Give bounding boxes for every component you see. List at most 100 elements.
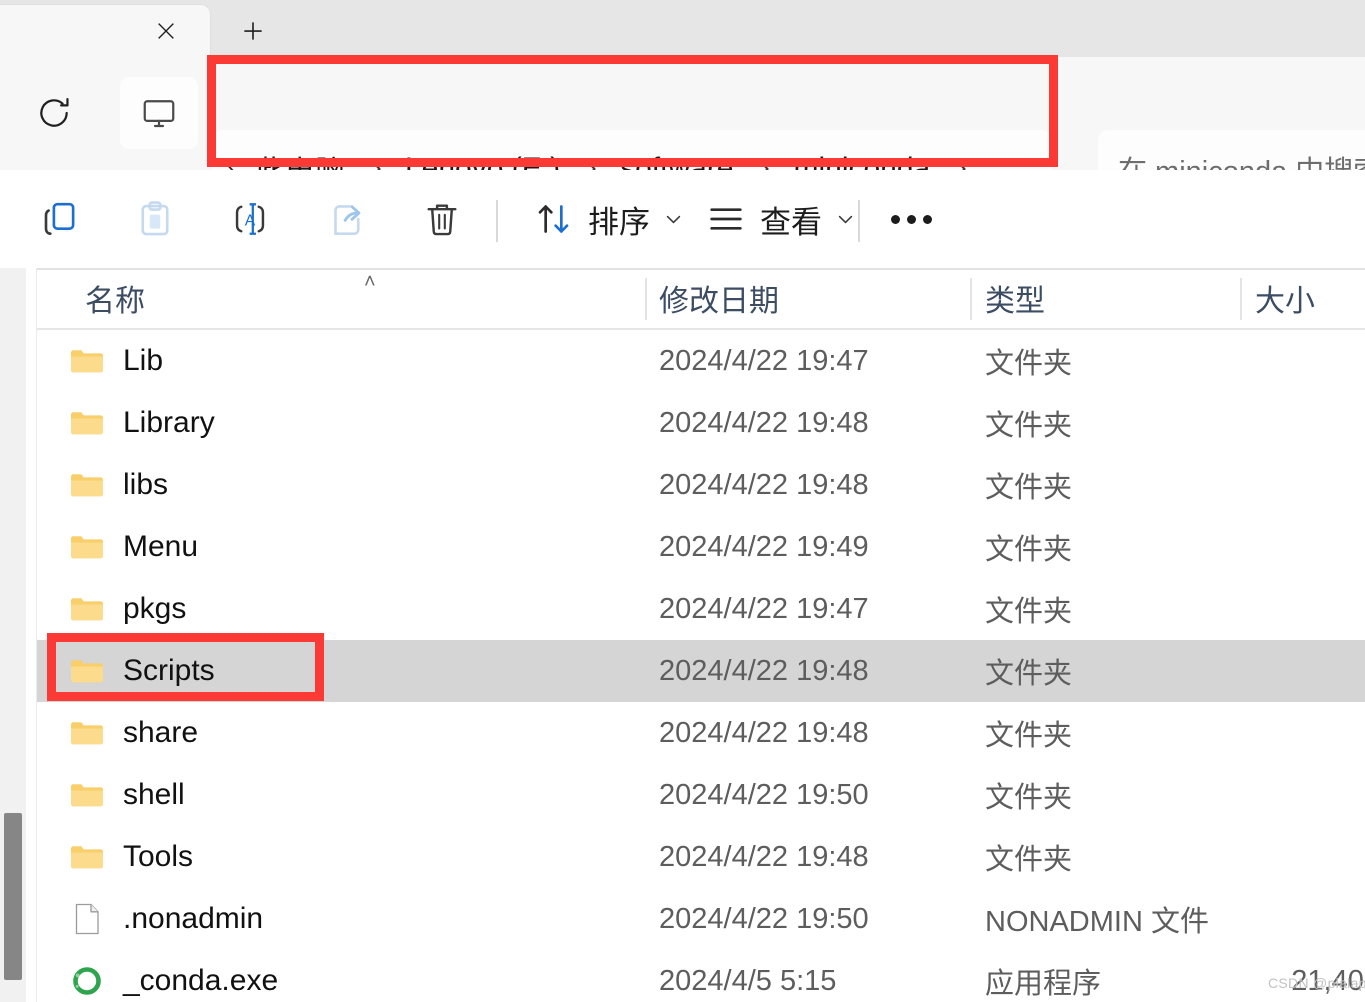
- refresh-icon: [40, 97, 69, 127]
- this-pc-button[interactable]: [120, 77, 198, 149]
- file-name-cell[interactable]: libs: [69, 454, 168, 516]
- sort-icon: [538, 205, 569, 233]
- paste-button[interactable]: [117, 182, 193, 256]
- file-type-cell: 文件夹: [985, 844, 1073, 876]
- file-date-cell: 2024/4/22 19:48: [659, 716, 869, 749]
- folder-icon: [71, 350, 103, 373]
- copy-button[interactable]: [22, 182, 98, 256]
- folder-icon: [71, 474, 103, 497]
- close-icon: [158, 23, 174, 39]
- file-name-label: share: [123, 716, 199, 749]
- tab-strip: [0, 0, 1365, 57]
- file-row[interactable]: Library 2024/4/22 19:48 文件夹: [37, 392, 1365, 454]
- chevron-down-icon: [838, 215, 853, 223]
- generic-file-icon: [75, 903, 99, 935]
- file-name-cell[interactable]: .nonadmin: [69, 888, 263, 950]
- nav-pane-scrollbar-track[interactable]: [0, 268, 26, 1002]
- file-name-cell[interactable]: Tools: [69, 826, 193, 888]
- file-row[interactable]: Scripts 2024/4/22 19:48 文件夹: [37, 640, 1365, 702]
- file-type-cell: 文件夹: [985, 782, 1073, 814]
- folder-icon: [71, 598, 103, 621]
- file-size-cell: [1240, 640, 1365, 702]
- file-type-cell: 文件夹: [985, 658, 1073, 690]
- rename-icon: A: [235, 203, 265, 235]
- file-name-label: Library: [123, 406, 215, 439]
- column-divider[interactable]: [645, 278, 647, 320]
- toolbar-divider: [858, 200, 860, 242]
- file-name-cell[interactable]: shell: [69, 764, 185, 826]
- folder-icon: [71, 536, 103, 559]
- more-options-button[interactable]: [872, 182, 950, 256]
- share-button[interactable]: [308, 182, 384, 256]
- file-name-label: pkgs: [123, 592, 187, 625]
- file-date-cell: 2024/4/22 19:48: [659, 840, 869, 873]
- file-name-cell[interactable]: Menu: [69, 516, 198, 578]
- folder-icon: [71, 722, 103, 745]
- file-name-cell[interactable]: Library: [69, 392, 215, 454]
- file-type-cell: NONADMIN 文件: [985, 906, 1209, 938]
- file-date-cell: 2024/4/22 19:49: [659, 530, 869, 563]
- conda-app-icon: [73, 967, 101, 995]
- new-tab-button[interactable]: [228, 12, 278, 50]
- file-type-cell: 文件夹: [985, 472, 1073, 504]
- sort-button[interactable]: 排序: [520, 182, 697, 256]
- svg-text:A: A: [245, 212, 256, 229]
- sort-ascending-caret: ˄: [364, 271, 376, 293]
- plus-icon: [244, 22, 262, 40]
- file-type-cell: 文件夹: [985, 720, 1073, 752]
- delete-button[interactable]: [404, 182, 480, 256]
- file-row[interactable]: Tools 2024/4/22 19:48 文件夹: [37, 826, 1365, 888]
- file-row[interactable]: libs 2024/4/22 19:48 文件夹: [37, 454, 1365, 516]
- folder-icon: [71, 846, 103, 869]
- command-bar: A 排序 查看: [0, 170, 1365, 268]
- file-row[interactable]: _conda.exe2024/4/5 5:15应用程序21,401: [37, 950, 1365, 1002]
- view-button[interactable]: 查看: [692, 182, 869, 256]
- copy-icon: [44, 202, 75, 236]
- file-row[interactable]: .nonadmin 2024/4/22 19:50 NONADMIN 文件 0: [37, 888, 1365, 950]
- file-row[interactable]: share 2024/4/22 19:48 文件夹: [37, 702, 1365, 764]
- tab-close-button[interactable]: [143, 13, 189, 49]
- file-size-cell: [1240, 826, 1365, 888]
- file-date-cell: 2024/4/22 19:50: [659, 902, 869, 935]
- refresh-button[interactable]: [18, 77, 90, 149]
- file-name-cell[interactable]: pkgs: [69, 578, 186, 640]
- toolbar-divider: [496, 200, 498, 242]
- file-size-cell: [1240, 392, 1365, 454]
- paste-icon: [141, 201, 169, 236]
- file-type-cell: 文件夹: [985, 596, 1073, 628]
- file-name-cell[interactable]: Lib: [69, 330, 163, 392]
- column-header-size[interactable]: 大小: [1255, 268, 1315, 328]
- file-name-label: Menu: [123, 530, 199, 563]
- file-name-label: shell: [123, 778, 185, 811]
- column-divider[interactable]: [1240, 278, 1242, 320]
- file-row[interactable]: Menu 2024/4/22 19:49 文件夹: [37, 516, 1365, 578]
- file-date-cell: 2024/4/5 5:15: [659, 964, 837, 997]
- file-name-cell[interactable]: _conda.exe: [69, 950, 278, 1002]
- file-date-cell: 2024/4/22 19:48: [659, 406, 869, 439]
- file-list: Lib 2024/4/22 19:47 文件夹 Library 2024/4/22 19…: [37, 330, 1365, 1002]
- nav-pane-scrollbar-thumb[interactable]: [4, 813, 22, 980]
- file-row[interactable]: Lib 2024/4/22 19:47 文件夹: [37, 330, 1365, 392]
- file-explorer-window: › 此电脑 Lenovo (E:) software miniconda: [0, 0, 1365, 1002]
- column-divider[interactable]: [970, 278, 972, 320]
- file-date-cell: 2024/4/22 19:48: [659, 468, 869, 501]
- file-name-cell[interactable]: share: [69, 702, 198, 764]
- trash-icon: [427, 204, 457, 236]
- file-row[interactable]: shell 2024/4/22 19:50 文件夹: [37, 764, 1365, 826]
- watermark: CSDN @plalap: [1268, 975, 1365, 991]
- file-name-label: Scripts: [123, 654, 215, 687]
- file-size-cell: [1240, 454, 1365, 516]
- file-name-cell[interactable]: Scripts: [69, 640, 215, 702]
- file-date-cell: 2024/4/22 19:48: [659, 654, 869, 687]
- file-date-cell: 2024/4/22 19:47: [659, 592, 869, 625]
- folder-icon: [71, 784, 103, 807]
- folder-icon: [71, 412, 103, 435]
- rename-button[interactable]: A: [212, 182, 288, 256]
- file-row[interactable]: pkgs 2024/4/22 19:47 文件夹: [37, 578, 1365, 640]
- file-date-cell: 2024/4/22 19:50: [659, 778, 869, 811]
- view-list-icon: [710, 208, 742, 230]
- column-header-type[interactable]: 类型: [985, 268, 1045, 328]
- column-header-date-modified[interactable]: 修改日期: [659, 268, 779, 328]
- column-header-name[interactable]: 名称: [85, 268, 145, 328]
- share-icon: [334, 205, 361, 236]
